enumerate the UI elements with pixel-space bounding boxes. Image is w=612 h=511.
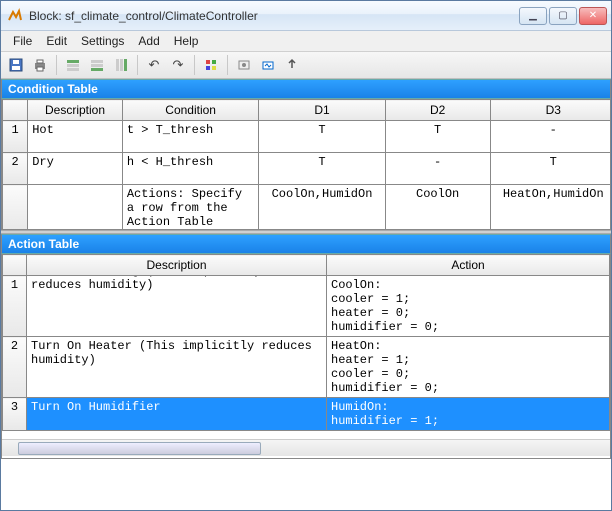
action-hscrollbar[interactable] [2, 439, 610, 456]
condition-header-row: Description Condition D1 D2 D3 D4 [3, 100, 611, 121]
cell-d1[interactable]: T [259, 153, 385, 185]
cell-description[interactable]: Turn On Heater (This implicitly reduces … [27, 337, 327, 398]
content-area: Condition Table Description Condition D1… [1, 79, 611, 459]
row-number: 1 [3, 276, 27, 337]
redo-icon[interactable]: ↷ [167, 54, 189, 76]
action-code: CoolOn: cooler = 1; heater = 0; humidifi… [331, 278, 605, 334]
col-blank[interactable] [3, 100, 28, 121]
action-table: Description Action 1 Turn On Cooling (Th… [1, 254, 611, 459]
cell-action[interactable]: CoolOn: cooler = 1; heater = 0; humidifi… [327, 276, 610, 337]
build-icon[interactable] [233, 54, 255, 76]
minimize-button[interactable]: ▁ [519, 7, 547, 25]
row-number [3, 185, 28, 230]
col-action[interactable]: Action [327, 255, 610, 276]
cell-action[interactable]: HumidOn: humidifier = 1; [327, 398, 610, 431]
window-title: Block: sf_climate_control/ClimateControl… [29, 9, 519, 23]
condition-table: Description Condition D1 D2 D3 D4 1 Hot … [1, 99, 611, 230]
condition-actions-row[interactable]: Actions: Specify a row from the Action T… [3, 185, 611, 230]
col-description[interactable]: Description [27, 255, 327, 276]
menu-add[interactable]: Add [132, 33, 165, 49]
cell-text-clipped: Turn On Cooling (This implicitly [31, 276, 322, 279]
cell-description[interactable]: Turn On Cooling (This implicitly reduces… [27, 276, 327, 337]
diagnostics-icon[interactable] [200, 54, 222, 76]
window-controls: ▁ ▢ ✕ [519, 7, 607, 25]
close-button[interactable]: ✕ [579, 7, 607, 25]
cell-description[interactable] [28, 185, 123, 230]
cell-d2[interactable]: - [385, 153, 490, 185]
condition-table-header: Condition Table [1, 79, 611, 99]
cell-d3[interactable]: - [490, 121, 610, 153]
action-table-header: Action Table [1, 234, 611, 254]
menu-edit[interactable]: Edit [40, 33, 73, 49]
action-row[interactable]: 1 Turn On Cooling (This implicitly reduc… [3, 276, 610, 337]
cell-description[interactable]: Dry [28, 153, 123, 185]
col-description[interactable]: Description [28, 100, 123, 121]
col-condition[interactable]: Condition [122, 100, 259, 121]
row-number: 1 [3, 121, 28, 153]
action-row[interactable]: 2 Turn On Heater (This implicitly reduce… [3, 337, 610, 398]
col-d2[interactable]: D2 [385, 100, 490, 121]
cell-d3[interactable]: T [490, 153, 610, 185]
cell-d1[interactable]: T [259, 121, 385, 153]
simulink-icon[interactable] [257, 54, 279, 76]
row-number: 3 [3, 398, 27, 431]
maximize-button[interactable]: ▢ [549, 7, 577, 25]
row-number: 2 [3, 153, 28, 185]
save-icon[interactable] [5, 54, 27, 76]
menu-help[interactable]: Help [168, 33, 205, 49]
action-row-selected[interactable]: 3 Turn On Humidifier HumidOn: humidifier… [3, 398, 610, 431]
condition-table-scroll[interactable]: Description Condition D1 D2 D3 D4 1 Hot … [2, 99, 610, 229]
scrollbar-thumb[interactable] [18, 442, 261, 455]
menu-settings[interactable]: Settings [75, 33, 130, 49]
insert-col-icon[interactable] [110, 54, 132, 76]
col-d1[interactable]: D1 [259, 100, 385, 121]
matlab-icon [7, 8, 23, 24]
cell-d1[interactable]: CoolOn,HumidOn [259, 185, 385, 230]
condition-row[interactable]: 2 Dry h < H_thresh T - T - [3, 153, 611, 185]
titlebar: Block: sf_climate_control/ClimateControl… [1, 1, 611, 31]
cell-d2[interactable]: CoolOn [385, 185, 490, 230]
menubar: File Edit Settings Add Help [1, 31, 611, 51]
cell-action[interactable]: HeatOn: heater = 1; cooler = 0; humidifi… [327, 337, 610, 398]
action-header-row: Description Action [3, 255, 610, 276]
col-blank[interactable] [3, 255, 27, 276]
condition-row[interactable]: 1 Hot t > T_thresh T T - - [3, 121, 611, 153]
cell-description[interactable]: Turn On Humidifier [27, 398, 327, 431]
cell-d3[interactable]: HeatOn,HumidOn [490, 185, 610, 230]
action-code: HeatOn: heater = 1; cooler = 0; humidifi… [331, 339, 605, 395]
insert-row-after-icon[interactable] [86, 54, 108, 76]
cell-text: reduces humidity) [31, 278, 322, 292]
cell-condition[interactable]: h < H_thresh [122, 153, 259, 185]
insert-row-before-icon[interactable] [62, 54, 84, 76]
cell-description[interactable]: Hot [28, 121, 123, 153]
cell-condition[interactable]: t > T_thresh [122, 121, 259, 153]
undo-icon[interactable]: ↶ [143, 54, 165, 76]
goto-icon[interactable] [281, 54, 303, 76]
cell-d2[interactable]: T [385, 121, 490, 153]
col-d3[interactable]: D3 [490, 100, 610, 121]
row-number: 2 [3, 337, 27, 398]
print-icon[interactable] [29, 54, 51, 76]
toolbar: ↶ ↷ [1, 51, 611, 79]
menu-file[interactable]: File [7, 33, 38, 49]
cell-condition[interactable]: Actions: Specify a row from the Action T… [122, 185, 259, 230]
action-code: HumidOn: humidifier = 1; [331, 400, 605, 428]
